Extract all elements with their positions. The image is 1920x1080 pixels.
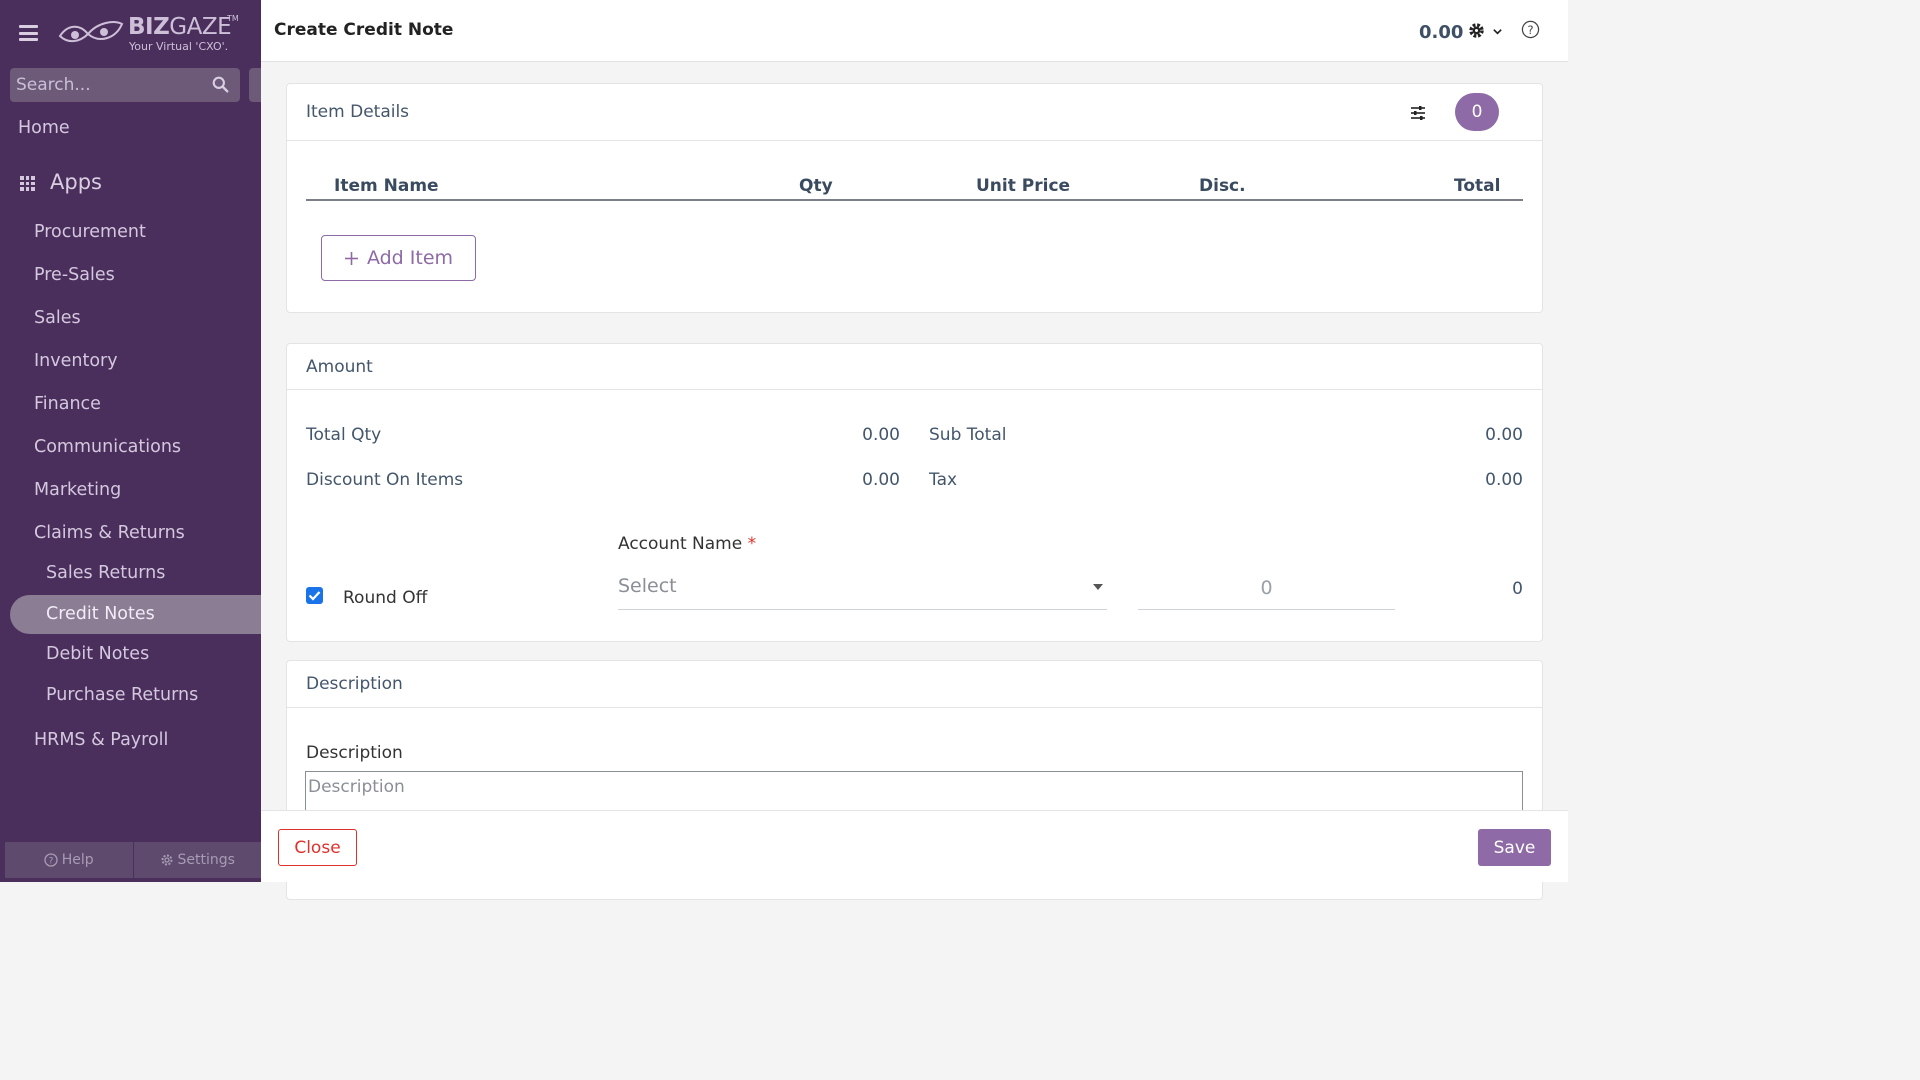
sidebar-item-label: Debit Notes <box>46 644 150 664</box>
amount-title: Amount <box>306 357 373 377</box>
apps-label: Apps <box>50 170 102 194</box>
round-off-checkbox[interactable] <box>306 587 323 604</box>
sidebar-item-communications[interactable]: Communications <box>0 437 261 461</box>
chevron-down-icon[interactable] <box>1492 26 1503 37</box>
svg-text:?: ? <box>1527 23 1533 37</box>
sidebar-item-label: Inventory <box>34 351 118 371</box>
bizgaze-logo[interactable]: BIZGAZE TM Your Virtual 'CXO'. <box>58 14 248 56</box>
sidebar-item-procurement[interactable]: Procurement <box>0 222 261 246</box>
sidebar-item-label: HRMS & Payroll <box>34 730 169 750</box>
caret-down-icon <box>1093 584 1103 590</box>
sidebar-item-pre-sales[interactable]: Pre-Sales <box>0 265 261 289</box>
settings-label: Settings <box>177 852 235 868</box>
sidebar-item-label: Purchase Returns <box>46 685 199 705</box>
hamburger-menu-icon[interactable] <box>19 25 38 41</box>
sidebar-footer: ? Help Settings <box>5 842 261 878</box>
header-total-amount: 0.00 <box>1419 22 1464 43</box>
sidebar-search <box>10 68 240 102</box>
column-header-qty: Qty <box>799 176 833 196</box>
sub-total-label: Sub Total <box>929 425 1007 445</box>
gear-icon <box>161 854 173 866</box>
sidebar-item-hrms-payroll[interactable]: HRMS & Payroll <box>0 730 261 754</box>
brand-name: BIZGAZE <box>128 14 232 40</box>
sidebar-item-purchase-returns[interactable]: Purchase Returns <box>0 685 261 709</box>
sidebar-item-label: Claims & Returns <box>34 523 185 543</box>
table-header-divider <box>306 199 1523 201</box>
checkmark-icon <box>308 591 321 601</box>
page-title: Create Credit Note <box>274 20 454 40</box>
sidebar-item-label: Home <box>18 118 70 138</box>
sidebar-item-finance[interactable]: Finance <box>0 394 261 418</box>
account-name-label: Account Name * <box>618 534 757 554</box>
description-field-label: Description <box>306 743 403 763</box>
sidebar-item-label: Finance <box>34 394 101 414</box>
sidebar: BIZGAZE TM Your Virtual 'CXO'. Home Apps… <box>0 0 261 882</box>
sidebar-item-label: Credit Notes <box>46 604 155 624</box>
item-count-badge[interactable]: 0 <box>1455 93 1499 131</box>
description-title: Description <box>306 674 403 694</box>
sliders-icon[interactable] <box>1409 104 1427 122</box>
discount-on-items-label: Discount On Items <box>306 470 464 490</box>
settings-button[interactable]: Settings <box>132 842 262 878</box>
sidebar-item-label: Sales <box>34 308 81 328</box>
apps-grid-icon <box>20 176 35 191</box>
trademark-mark: TM <box>227 14 239 23</box>
item-details-card: Item Details 0 Item Name Qty Unit Price … <box>286 83 1543 313</box>
owl-logo-icon <box>58 21 124 42</box>
sidebar-item-label: Communications <box>34 437 182 457</box>
sidebar-item-sales[interactable]: Sales <box>0 308 261 332</box>
add-item-button[interactable]: Add Item <box>321 235 476 281</box>
amount-header: Amount <box>287 344 1542 390</box>
svg-text:?: ? <box>48 857 53 867</box>
help-label: Help <box>61 852 94 868</box>
sub-total-value: 0.00 <box>1485 425 1523 445</box>
column-header-disc: Disc. <box>1199 176 1246 196</box>
round-off-amount-input[interactable]: 0 <box>1138 569 1395 610</box>
discount-on-items-value: 0.00 <box>862 470 900 490</box>
action-bar: Close Save <box>261 810 1568 882</box>
sidebar-item-claims-returns[interactable]: Claims & Returns <box>0 523 261 547</box>
column-header-item-name: Item Name <box>334 176 439 196</box>
tax-value: 0.00 <box>1485 470 1523 490</box>
add-item-label: Add Item <box>366 247 454 269</box>
sidebar-item-label: Procurement <box>34 222 146 242</box>
sidebar-item-label: Pre-Sales <box>34 265 115 285</box>
total-qty-value: 0.00 <box>862 425 900 445</box>
account-name-select[interactable]: Select <box>618 569 1107 610</box>
account-select-placeholder: Select <box>618 575 677 597</box>
search-icon[interactable] <box>212 76 229 93</box>
sidebar-item-inventory[interactable]: Inventory <box>0 351 261 375</box>
help-button[interactable]: ? Help <box>5 842 133 878</box>
close-button[interactable]: Close <box>278 829 357 866</box>
gear-icon[interactable] <box>1468 22 1485 39</box>
sidebar-item-label: Sales Returns <box>46 563 166 583</box>
required-marker: * <box>747 534 757 554</box>
sidebar-item-credit-notes[interactable]: Credit Notes <box>0 604 261 628</box>
total-qty-label: Total Qty <box>306 425 382 445</box>
brand-row: BIZGAZE TM Your Virtual 'CXO'. <box>0 0 261 66</box>
sidebar-item-home[interactable]: Home <box>0 118 261 142</box>
amount-card: Amount Total Qty 0.00 Sub Total 0.00 Dis… <box>286 343 1543 642</box>
save-button[interactable]: Save <box>1478 829 1551 866</box>
brand-tagline: Your Virtual 'CXO'. <box>129 40 229 53</box>
column-header-unit-price: Unit Price <box>976 176 1071 196</box>
search-filter-tab[interactable] <box>249 68 261 102</box>
item-details-title: Item Details <box>306 102 410 122</box>
plus-icon <box>344 251 358 265</box>
round-off-label: Round Off <box>343 588 428 608</box>
page-header: Create Credit Note 0.00 ? <box>261 0 1568 62</box>
description-header: Description <box>287 661 1542 708</box>
tax-label: Tax <box>929 470 958 490</box>
sidebar-item-label: Marketing <box>34 480 122 500</box>
sidebar-item-marketing[interactable]: Marketing <box>0 480 261 504</box>
column-header-total: Total <box>1454 176 1501 196</box>
item-details-header: Item Details 0 <box>287 84 1542 141</box>
search-input[interactable] <box>10 68 200 102</box>
sidebar-item-sales-returns[interactable]: Sales Returns <box>0 563 261 587</box>
round-off-total-value: 0 <box>1512 579 1523 599</box>
help-circle-icon[interactable]: ? <box>1521 20 1540 39</box>
sidebar-item-debit-notes[interactable]: Debit Notes <box>0 644 261 668</box>
help-circle-icon: ? <box>44 853 58 867</box>
